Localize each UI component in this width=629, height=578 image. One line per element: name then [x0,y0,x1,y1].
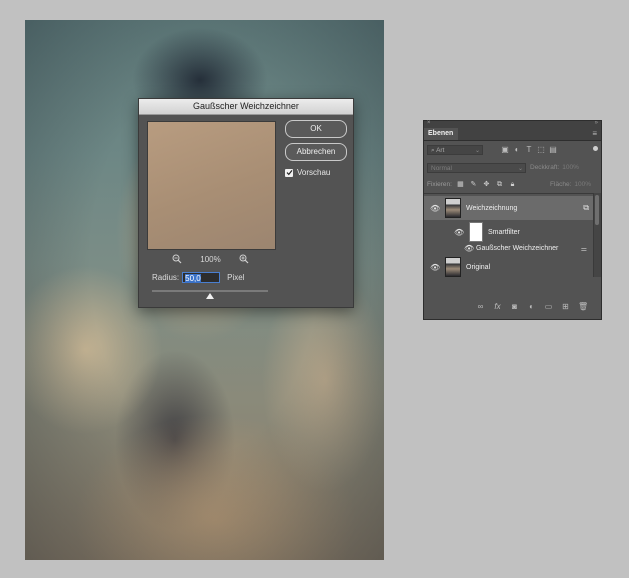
zoom-in-icon[interactable] [239,254,249,264]
layer-row-smartfilter[interactable]: 👁︎ Smartfilter [424,222,593,242]
close-panel-icon[interactable]: × [427,120,431,126]
preview-toggle[interactable]: Vorschau [285,168,330,177]
visibility-eye-icon[interactable]: 👁︎ [454,228,464,237]
panel-header-strip: × » [424,120,601,128]
panel-tab-bar: Ebenen ≡ [424,128,601,141]
lock-label: Fixieren: [427,181,452,188]
filter-preview-window[interactable] [147,121,276,250]
layer-row-original[interactable]: 👁︎ Original [424,256,593,278]
chevron-down-icon: ⌄ [474,148,480,154]
filter-toggle-icon[interactable] [593,146,598,151]
radius-slider-thumb[interactable] [206,293,214,299]
ok-button[interactable]: OK [285,120,347,138]
layer-thumbnail [445,198,461,218]
shape-filter-icon[interactable]: ⬚ [537,146,545,154]
layer-list: 👁︎ Weichzeichnung ⧉ 👁︎ Smartfilter 👁︎ Ga… [424,193,593,278]
preview-label: Vorschau [297,168,331,177]
new-layer-icon[interactable]: ⊞ [561,302,570,311]
zoom-level: 100% [200,254,221,264]
add-mask-icon[interactable]: ◙ [510,302,519,311]
fill-label: Fläche: [550,181,572,188]
layer-name: Original [466,263,491,271]
layer-style-fx-icon[interactable]: fx [493,302,502,311]
blend-row: Normal ⌄ Deckkraft: 100% [427,162,597,173]
lock-row: Fixieren: ▦ ✎ ✥ ⧉ 🔒︎ Fläche: 100% [427,179,597,190]
radius-label: Radius: [152,273,180,282]
visibility-eye-icon[interactable]: 👁︎ [430,204,440,213]
layer-thumbnail [445,257,461,277]
blend-mode-select[interactable]: Normal ⌄ [427,162,526,173]
opacity-label: Deckkraft: [530,164,560,171]
layer-list-scrollbar[interactable] [593,193,601,277]
filter-mask-thumbnail [469,222,483,242]
lock-icons: ▦ ✎ ✥ ⧉ 🔒︎ [457,181,516,188]
layers-bottom-toolbar: ∞ fx ◙ ◐ ▭ ⊞ 🗑︎ [424,295,601,317]
link-layers-icon[interactable]: ∞ [476,302,485,311]
adjustment-filter-icon[interactable]: ◐ [513,146,521,154]
delete-layer-icon[interactable]: 🗑︎ [578,302,588,311]
visibility-eye-icon[interactable]: 👁︎ [430,263,440,272]
lock-transparency-icon[interactable]: ▦ [457,181,464,188]
preview-checkbox[interactable] [285,168,293,177]
lock-all-icon[interactable]: 🔒︎ [509,181,516,188]
opacity-input[interactable]: 100% [562,164,579,171]
pixel-filter-icon[interactable]: ▣ [501,146,509,154]
layer-row-gaussian-blur[interactable]: 👁︎ Gaußscher Weichzeichner ⚌ [424,242,593,255]
blend-mode-value: Normal [431,164,452,172]
checkmark-icon [286,170,292,176]
collapse-panel-icon[interactable]: » [595,120,598,126]
lock-artboard-icon[interactable]: ⧉ [496,181,503,188]
layer-filter-row: ⌕ Art ⌄ ▣ ◐ T ⬚ ▤ [427,144,598,156]
tab-layers[interactable]: Ebenen [424,128,458,140]
radius-slider-track[interactable] [152,290,268,292]
layer-name: Smartfilter [488,228,520,236]
radius-control: Radius: 50,0 Pixel [152,272,244,283]
smart-object-filter-icon[interactable]: ▤ [549,146,557,154]
panel-menu-icon[interactable]: ≡ [592,129,597,138]
layers-panel: × » Ebenen ≡ ⌕ Art ⌄ ▣ ◐ T ⬚ ▤ Normal ⌄ … [423,120,602,320]
fill-input[interactable]: 100% [574,181,591,188]
filter-type-icons: ▣ ◐ T ⬚ ▤ [501,146,557,154]
preview-zoom-controls: 100% [147,252,274,266]
dialog-title[interactable]: Gaußscher Weichzeichner [139,99,353,115]
gaussian-blur-dialog: Gaußscher Weichzeichner 100% OK Abbreche… [138,98,354,308]
scrollbar-thumb[interactable] [595,195,599,225]
cancel-button[interactable]: Abbrechen [285,143,347,161]
layer-name: Weichzeichnung [466,204,518,212]
search-icon: ⌕ [431,147,435,154]
chevron-down-icon: ⌄ [517,165,523,172]
lock-image-icon[interactable]: ✎ [470,181,477,188]
new-group-icon[interactable]: ▭ [544,302,553,311]
visibility-eye-icon[interactable]: 👁︎ [464,244,474,253]
radius-value: 50,0 [185,274,201,283]
radius-input[interactable]: 50,0 [182,272,221,283]
lock-position-icon[interactable]: ✥ [483,181,490,188]
filter-blending-options-icon[interactable]: ⚌ [581,245,587,253]
filter-kind-value: Art [436,147,445,154]
smart-object-icon: ⧉ [583,203,589,212]
layer-name: Gaußscher Weichzeichner [476,245,559,252]
radius-unit: Pixel [227,273,245,282]
adjustment-layer-icon[interactable]: ◐ [527,302,536,311]
zoom-out-icon[interactable] [172,254,182,264]
layer-row-weichzeichnung[interactable]: 👁︎ Weichzeichnung ⧉ [424,196,593,220]
filter-kind-select[interactable]: ⌕ Art ⌄ [427,145,483,155]
type-filter-icon[interactable]: T [525,146,533,154]
